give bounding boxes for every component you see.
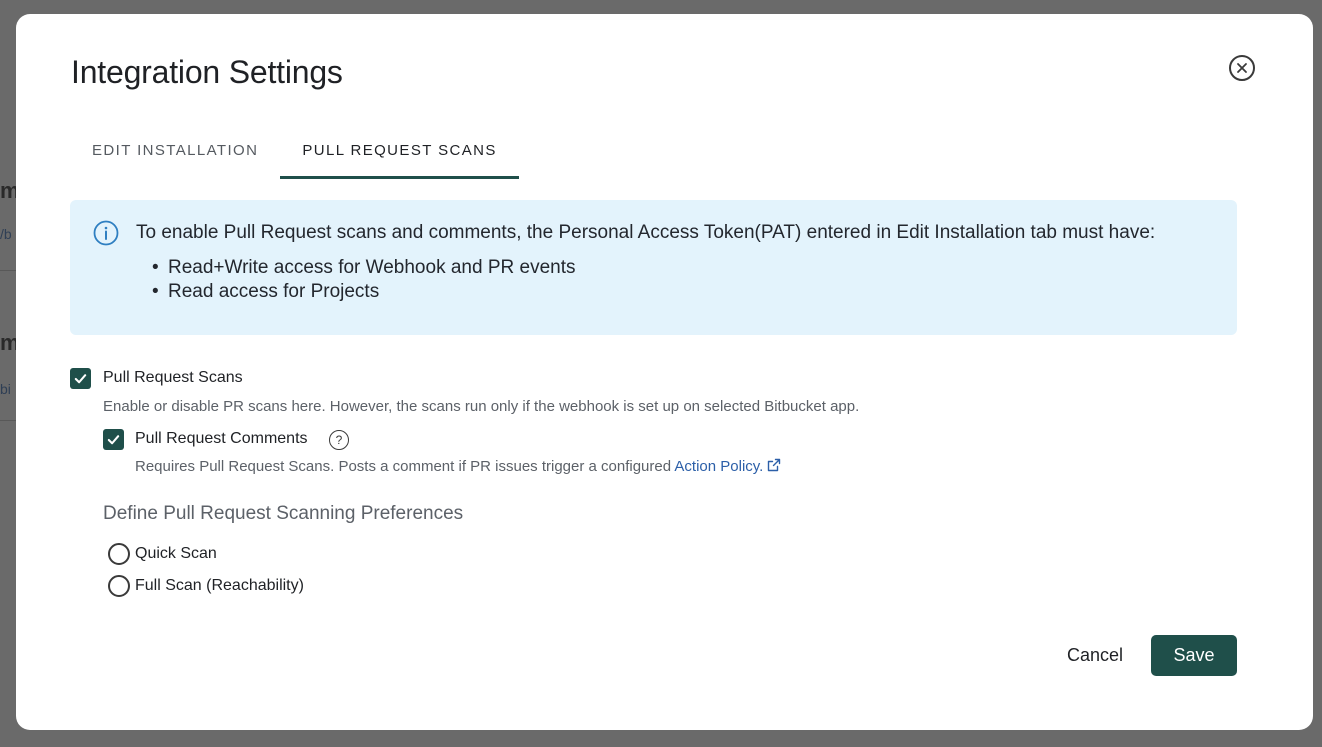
pr-comments-label[interactable]: Pull Request Comments xyxy=(135,430,308,448)
pr-scans-checkbox[interactable] xyxy=(70,368,91,389)
full-scan-label[interactable]: Full Scan (Reachability) xyxy=(135,577,304,595)
scan-preferences-title: Define Pull Request Scanning Preferences xyxy=(103,503,464,524)
integration-settings-modal: Integration Settings EDIT INSTALLATION P… xyxy=(16,14,1313,730)
info-banner: To enable Pull Request scans and comment… xyxy=(70,200,1237,335)
modal-title: Integration Settings xyxy=(71,54,343,90)
info-bullet: Read+Write access for Webhook and PR eve… xyxy=(150,256,575,280)
quick-scan-radio[interactable] xyxy=(108,543,130,565)
tab-bar: EDIT INSTALLATION PULL REQUEST SCANS xyxy=(70,124,519,180)
tab-edit-installation[interactable]: EDIT INSTALLATION xyxy=(70,124,280,179)
action-policy-link[interactable]: Action Policy. xyxy=(674,458,781,475)
info-bullet-list: Read+Write access for Webhook and PR eve… xyxy=(150,256,575,304)
background-text: bi xyxy=(0,381,11,397)
pr-comments-description-text: Requires Pull Request Scans. Posts a com… xyxy=(135,458,675,475)
external-link-icon xyxy=(768,458,781,472)
background-divider xyxy=(0,420,16,421)
close-button[interactable] xyxy=(1229,55,1255,81)
action-policy-link-text: Action Policy. xyxy=(674,458,764,475)
quick-scan-label[interactable]: Quick Scan xyxy=(135,545,217,563)
pr-comments-description: Requires Pull Request Scans. Posts a com… xyxy=(135,458,781,475)
pr-scans-label[interactable]: Pull Request Scans xyxy=(103,369,243,387)
info-icon xyxy=(93,220,119,246)
tab-pull-request-scans[interactable]: PULL REQUEST SCANS xyxy=(280,124,519,179)
help-icon[interactable]: ? xyxy=(329,430,349,450)
save-button[interactable]: Save xyxy=(1151,635,1237,676)
close-icon xyxy=(1237,63,1247,73)
pr-scans-description: Enable or disable PR scans here. However… xyxy=(103,398,860,415)
background-text: /b xyxy=(0,226,12,242)
checkmark-icon xyxy=(107,435,120,445)
info-text: To enable Pull Request scans and comment… xyxy=(136,222,1156,243)
checkmark-icon xyxy=(74,374,87,384)
info-bullet: Read access for Projects xyxy=(150,280,575,304)
background-divider xyxy=(0,270,16,271)
pr-comments-checkbox[interactable] xyxy=(103,429,124,450)
cancel-button[interactable]: Cancel xyxy=(1051,635,1139,675)
full-scan-radio[interactable] xyxy=(108,575,130,597)
